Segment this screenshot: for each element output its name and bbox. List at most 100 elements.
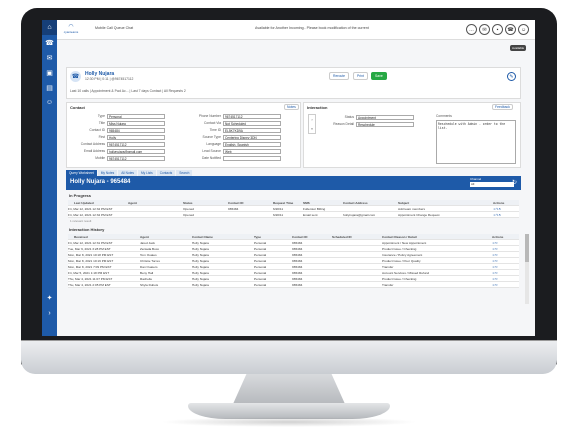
row-cell: Holly Nujara: [192, 282, 209, 287]
mobile-field[interactable]: 9674517112: [107, 156, 165, 161]
col-status[interactable]: Status: [183, 201, 228, 205]
row-cell: Fri, Mar 12, 2021 12:34 PM EST: [68, 212, 113, 217]
history-scrollbar[interactable]: [525, 234, 529, 304]
col-actions: Actions: [492, 234, 504, 239]
phone-number-field[interactable]: 9674517112: [223, 114, 281, 119]
title-field[interactable]: Miss Nujara: [107, 121, 165, 126]
row-actions-icon[interactable]: ☺↻: [492, 241, 519, 245]
edit-icon[interactable]: ✎: [507, 72, 516, 81]
home-icon[interactable]: ⌂: [42, 20, 57, 35]
row-actions-icon[interactable]: ☺↻: [492, 277, 519, 281]
reroute-button[interactable]: Reroute: [329, 72, 350, 80]
col-contact-reason[interactable]: Contact Reason / Detail: [382, 235, 492, 239]
users-icon[interactable]: ☺: [42, 95, 57, 110]
chat-icon[interactable]: …: [466, 24, 477, 35]
row-actions-icon[interactable]: ☺↻: [492, 271, 519, 275]
row-actions-icon[interactable]: ☺✎↻: [493, 213, 519, 217]
row-cell: Personal: [254, 270, 267, 275]
logo: ◠ cyanteams: [60, 24, 82, 36]
row-cell: 965484: [228, 206, 239, 211]
type-select[interactable]: Personal: [107, 114, 165, 119]
truck-icon[interactable]: ▤: [42, 80, 57, 95]
col-contact-name[interactable]: Contact Name: [192, 235, 254, 239]
contact-title: Contact: [70, 105, 85, 110]
col-sms[interactable]: SMS: [303, 201, 343, 205]
row-cell: Holly Nujara: [192, 240, 209, 245]
phone-icon[interactable]: ☎: [42, 35, 57, 50]
row-cell: Personal: [254, 240, 267, 245]
status-select[interactable]: Appointment: [356, 115, 414, 120]
contact-id-field[interactable]: 965484: [107, 128, 165, 133]
row-cell: Holly Nujara: [192, 264, 209, 269]
col-agent[interactable]: Agent: [128, 201, 183, 205]
row-cell: Product Issue / Checking: [382, 276, 417, 281]
lead-source-field[interactable]: Web: [223, 149, 281, 154]
car-icon[interactable]: ▣: [42, 65, 57, 80]
pin-icon[interactable]: ✦: [42, 290, 57, 305]
col-contact-id[interactable]: Contact ID: [292, 235, 332, 239]
row-cell: Beny Hall: [140, 270, 154, 275]
availability-notice: Available for Another Incoming.. Please …: [255, 26, 369, 30]
reason-label: Reason Detail: [333, 122, 354, 126]
col-type[interactable]: Type: [254, 235, 292, 239]
refresh-icon[interactable]: ↻: [512, 179, 517, 186]
col-received[interactable]: Received: [68, 235, 140, 239]
row-cell: Thu, Mar 4, 2021 2:05 PM EST: [68, 282, 111, 287]
channel-select[interactable]: All: [470, 182, 514, 187]
row-actions-icon[interactable]: ☺↻: [492, 253, 519, 257]
caller-header: ☎ Holly Nujara 12:30 PM | 0:11 | @967451…: [66, 67, 521, 99]
scrollbar-thumb[interactable]: [525, 234, 529, 262]
scroll-arrows-icon[interactable]: ›»: [308, 114, 316, 134]
comments-textarea[interactable]: Reschedule with Admin - order to the lis…: [436, 120, 516, 164]
monitor-stand-neck: [233, 374, 345, 404]
queue-tickers[interactable]: Mobile Call Queue Chat: [95, 26, 133, 30]
field-label: Lead Source: [202, 149, 221, 153]
row-actions-icon[interactable]: ☺✎↻: [493, 207, 519, 211]
channel-label: Channel: [470, 177, 482, 181]
contact-via-select[interactable]: Not Scheduled: [223, 121, 281, 126]
col-agent[interactable]: Agent: [140, 235, 192, 239]
row-cell: 6/20/11: [273, 212, 284, 217]
row-cell: Mon, Mar 8, 2021 10:18 PM EST: [68, 252, 114, 257]
row-cell: Insurance / Policy Agreement: [382, 252, 423, 257]
phone-icon[interactable]: ☎: [505, 24, 516, 35]
row-cell: Fri, Mar 5, 2021 1:18 PM EST: [68, 270, 110, 275]
row-actions-icon[interactable]: ☺↻: [492, 265, 519, 269]
contact-address-field[interactable]: 9674517112: [107, 142, 165, 147]
user-icon[interactable]: ☺: [518, 24, 529, 35]
row-cell: Personal: [254, 258, 267, 263]
field-label: Contact Via: [204, 121, 221, 125]
field-label: Time ID: [209, 128, 221, 132]
col-contact-id[interactable]: Contact ID: [228, 201, 273, 205]
source-type-field[interactable]: Centering Disney 3DN: [223, 135, 281, 140]
table-row[interactable]: Fri, Mar 12, 2021 12:34 PM EST Opened 6/…: [68, 212, 519, 218]
feedback-button[interactable]: Feedback: [492, 104, 513, 110]
col-scheduled-id[interactable]: Scheduled ID: [332, 235, 382, 239]
mail-icon[interactable]: ✉: [479, 24, 490, 35]
time-id-field[interactable]: EL5K7KD9A: [223, 128, 281, 133]
print-button[interactable]: Print: [353, 72, 368, 80]
row-actions-icon[interactable]: ☺↻: [492, 247, 519, 251]
row-actions-icon[interactable]: ☺↻: [492, 283, 519, 287]
date-notified-field[interactable]: [223, 156, 281, 161]
language-field[interactable]: English, Spanish: [223, 142, 281, 147]
row-cell: 965484: [292, 246, 303, 251]
row-cell: 6/20/11: [273, 206, 284, 211]
email-field[interactable]: hollynujara@gmail.com: [107, 149, 165, 154]
first-name-field[interactable]: Holly: [107, 135, 165, 140]
chevron-right-icon[interactable]: ›: [42, 306, 57, 321]
table-row[interactable]: Thu, Mar 4, 2021 2:05 PM EST Shyla Dubois…: [68, 282, 519, 288]
sms-icon[interactable]: ▪: [492, 24, 503, 35]
row-cell: Fri, Mar 12, 2021 12:34 PM EST: [68, 206, 113, 211]
inbox-icon[interactable]: ✉: [42, 50, 57, 65]
col-subject[interactable]: Subject: [398, 201, 493, 205]
col-request-time[interactable]: Request Time: [273, 201, 303, 205]
row-actions-icon[interactable]: ☺↻: [492, 259, 519, 263]
notes-button[interactable]: Notes: [284, 104, 299, 110]
caller-meta: 12:30 PM | 0:11 | @9674517112: [85, 77, 134, 81]
agent-status-badge[interactable]: Available: [510, 45, 527, 51]
save-button[interactable]: Save: [371, 72, 387, 80]
col-contact-address[interactable]: Contact Address: [343, 201, 398, 205]
col-last-updated[interactable]: Last Updated: [68, 201, 128, 205]
reason-select[interactable]: Reschedule: [356, 122, 414, 127]
